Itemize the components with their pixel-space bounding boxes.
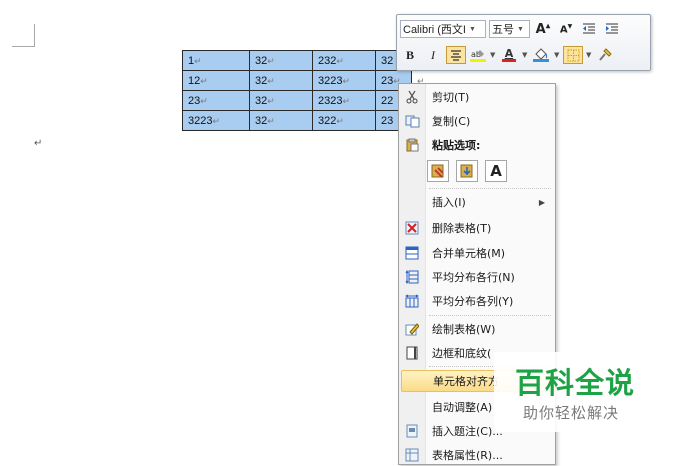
paste-source-format-icon	[431, 164, 444, 178]
chevron-down-icon[interactable]: ▼	[490, 51, 496, 59]
format-painter-button[interactable]	[595, 46, 615, 64]
merge-cells-icon	[401, 246, 423, 260]
italic-icon: I	[431, 47, 435, 62]
paste-keep-text-button[interactable]: A	[485, 160, 507, 182]
paste-keep-source-button[interactable]	[427, 160, 449, 182]
mini-toolbar: Calibri (西文I ▼ 五号 ▼ A▲ A▼ B I ab ▼ A ▼ ▼…	[396, 14, 651, 71]
font-size-combo[interactable]: 五号 ▼	[489, 20, 530, 38]
menu-item-delete-table[interactable]: 删除表格(T)	[401, 217, 553, 239]
paragraph-mark: ↵	[34, 138, 43, 149]
table-cell[interactable]: 23↵	[182, 90, 250, 111]
borders-icon	[567, 49, 579, 61]
distribute-columns-icon	[401, 294, 423, 308]
menu-item-distribute-rows[interactable]: 平均分布各行(N)	[401, 266, 553, 288]
highlight-button[interactable]: ab	[469, 46, 487, 64]
table-cell[interactable]: 32↵	[249, 70, 313, 91]
shrink-font-icon: A▼	[559, 22, 573, 36]
table-cell[interactable]: 3223↵	[182, 110, 250, 131]
delete-table-icon	[401, 221, 423, 235]
font-name-combo[interactable]: Calibri (西文I ▼	[400, 20, 486, 38]
paint-bucket-icon	[533, 48, 549, 62]
menu-item-paste-options: 粘贴选项:	[401, 134, 553, 156]
menu-item-insert[interactable]: 插入(I) ▶	[401, 191, 553, 213]
table-cell[interactable]: 2323↵	[312, 90, 376, 111]
menu-separator	[429, 315, 551, 316]
scissors-icon	[401, 90, 423, 104]
chevron-down-icon[interactable]: ▼	[554, 51, 560, 59]
menu-item-distribute-columns[interactable]: 平均分布各列(Y)	[401, 290, 553, 312]
watermark-subtitle: 助你轻松解决	[523, 404, 620, 422]
document-table[interactable]: 1↵ 32↵ 232↵ 32 12↵ 32↵ 3223↵ 23↵ ↵ 23↵ 3…	[182, 50, 431, 131]
copy-icon	[401, 115, 423, 128]
menu-item-draw-table[interactable]: 绘制表格(W)	[401, 318, 553, 340]
table-cell[interactable]: 322↵	[312, 110, 376, 131]
pencil-icon	[401, 322, 423, 336]
clipboard-icon	[401, 138, 423, 152]
paste-merge-format-button[interactable]	[456, 160, 478, 182]
font-color-button[interactable]: A	[499, 46, 519, 64]
text-only-icon: A	[490, 162, 502, 180]
decrease-indent-button[interactable]	[579, 20, 599, 38]
caption-icon	[401, 424, 423, 438]
menu-item-merge-cells[interactable]: 合并单元格(M)	[401, 242, 553, 264]
page-corner-mark	[34, 24, 35, 46]
chevron-down-icon: ▼	[468, 25, 476, 33]
grow-font-button[interactable]: A▲	[533, 20, 553, 38]
submenu-arrow-icon: ▶	[538, 197, 545, 207]
borders-button[interactable]	[563, 46, 583, 64]
highlighter-icon: ab	[470, 50, 486, 62]
decrease-indent-icon	[583, 23, 595, 34]
borders-shading-icon	[401, 346, 423, 360]
menu-item-table-properties[interactable]: 表格属性(R)...	[401, 444, 553, 466]
font-color-icon: A	[502, 48, 516, 62]
paste-merge-icon	[460, 164, 473, 178]
table-cell[interactable]: 12↵	[182, 70, 250, 91]
chevron-down-icon[interactable]: ▼	[586, 51, 592, 59]
table-cell[interactable]: 32↵	[249, 90, 313, 111]
bold-icon: B	[405, 47, 414, 62]
chevron-down-icon: ▼	[517, 25, 524, 33]
menu-separator	[429, 188, 551, 189]
table-properties-icon	[401, 448, 423, 462]
font-size-value: 五号	[492, 24, 514, 36]
bold-button[interactable]: B	[400, 46, 420, 64]
table-row: 12↵ 32↵ 3223↵ 23↵ ↵	[182, 70, 431, 91]
menu-item-cut[interactable]: 剪切(T)	[401, 86, 553, 108]
shrink-font-button[interactable]: A▼	[556, 20, 576, 38]
table-row: 23↵ 32↵ 2323↵ 22	[182, 90, 431, 111]
chevron-down-icon[interactable]: ▼	[522, 51, 528, 59]
distribute-rows-icon	[401, 270, 423, 284]
table-cell[interactable]: 232↵	[312, 50, 376, 71]
table-row: 1↵ 32↵ 232↵ 32	[182, 50, 431, 71]
table-cell[interactable]: 32↵	[249, 50, 313, 71]
increase-indent-icon	[606, 23, 618, 34]
table-cell[interactable]: 3223↵	[312, 70, 376, 91]
menu-item-copy[interactable]: 复制(C)	[401, 110, 553, 132]
center-align-button[interactable]	[446, 46, 466, 64]
table-cell[interactable]: 32↵	[249, 110, 313, 131]
italic-button[interactable]: I	[423, 46, 443, 64]
font-name-value: Calibri (西文I	[403, 24, 466, 36]
grow-font-icon: A▲	[535, 21, 551, 37]
watermark-title: 百科全说	[515, 366, 636, 400]
page-corner-mark	[12, 46, 35, 47]
table-cell[interactable]: 1↵	[182, 50, 250, 71]
center-align-icon	[451, 49, 461, 61]
increase-indent-button[interactable]	[602, 20, 622, 38]
table-row: 3223↵ 32↵ 322↵ 23	[182, 110, 431, 131]
format-painter-icon	[599, 48, 612, 61]
shading-button[interactable]	[531, 46, 551, 64]
